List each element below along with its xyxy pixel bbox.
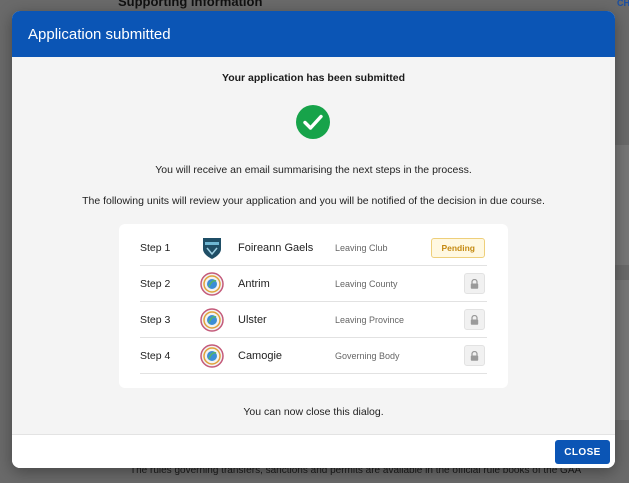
unit-name: Camogie <box>238 349 283 362</box>
lock-icon <box>464 309 485 330</box>
step-row: Step 1 Foireann Gaels Leaving Club Pendi… <box>140 230 487 266</box>
camogie-crest-icon <box>200 307 224 332</box>
unit-role: Leaving Club <box>335 242 388 253</box>
step-row: Step 4 Camogie Governing Body <box>140 338 487 374</box>
dialog-footer: CLOSE <box>12 434 615 468</box>
step-row: Step 3 Ulster Leaving Province <box>140 302 487 338</box>
unit-name: Foireann Gaels <box>238 241 314 254</box>
email-message: You will receive an email summarising th… <box>155 164 472 176</box>
step-label: Step 1 <box>140 241 171 254</box>
step-label: Step 2 <box>140 277 171 290</box>
lock-icon <box>464 273 485 294</box>
close-button[interactable]: CLOSE <box>555 440 610 464</box>
unit-name: Ulster <box>238 313 267 326</box>
dialog-title: Application submitted <box>28 25 171 43</box>
unit-role: Leaving County <box>335 278 398 289</box>
step-label: Step 4 <box>140 349 171 362</box>
unit-role: Leaving Province <box>335 314 405 325</box>
step-label: Step 3 <box>140 313 171 326</box>
lock-icon <box>464 345 485 366</box>
status-badge-pending: Pending <box>431 238 485 258</box>
application-submitted-dialog: Application submitted Your application h… <box>12 11 615 468</box>
club-crest-icon <box>200 236 224 260</box>
dialog-body: Your application has been submitted You … <box>12 57 615 434</box>
dialog-header: Application submitted <box>12 11 615 57</box>
success-check-icon <box>296 105 330 139</box>
unit-name: Antrim <box>238 277 270 290</box>
step-row: Step 2 Antrim Leaving County <box>140 266 487 302</box>
submitted-heading: Your application has been submitted <box>222 72 405 84</box>
camogie-crest-icon <box>200 343 224 368</box>
close-note: You can now close this dialog. <box>243 406 384 418</box>
background-link: CH <box>617 0 629 8</box>
background-section-heading: Supporting information <box>118 0 263 9</box>
review-message: The following units will review your app… <box>82 195 545 207</box>
camogie-crest-icon <box>200 271 224 296</box>
review-steps-list: Step 1 Foireann Gaels Leaving Club Pendi… <box>119 224 508 388</box>
unit-role: Governing Body <box>335 350 400 361</box>
